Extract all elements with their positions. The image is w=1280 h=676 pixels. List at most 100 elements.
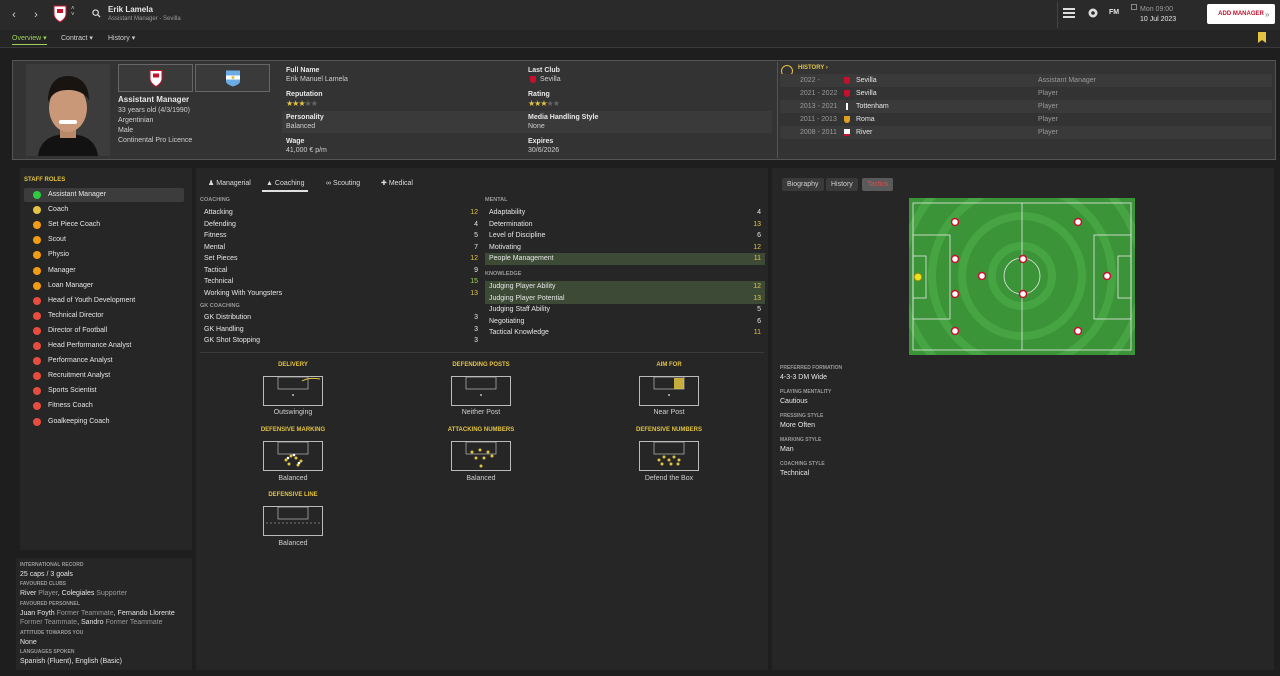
role-suitability-icon [33,251,41,260]
media-value: None [528,123,545,130]
tab-coaching[interactable]: ▲ Coaching [262,176,309,192]
tab-biography[interactable]: Biography [782,178,824,191]
staff-role-item[interactable]: Technical Director [24,309,184,323]
attribute-label: GK Shot Stopping [204,337,261,344]
attribute-label: Judging Player Ability [489,283,556,290]
attribute-row[interactable]: People Management 11 [485,253,765,265]
attribute-row[interactable]: GK Handling 3 [200,324,482,336]
staff-role-label: Recruitment Analyst [48,372,111,380]
attribute-value: 12 [753,243,761,251]
football-icon[interactable] [1088,8,1098,20]
club-crest-icon[interactable] [52,5,68,25]
forward-arrow-icon[interactable]: › [29,8,43,22]
gk-attributes: GK Distribution 3 GK Handling 3 GK Shot Stop… [200,312,482,347]
staff-roles-title: STAFF ROLES [24,177,66,183]
fm-logo[interactable]: FM [1109,9,1119,16]
attribute-row[interactable]: Judging Staff Ability 5 [485,304,765,316]
back-arrow-icon[interactable]: ‹ [7,8,21,22]
attribute-value: 12 [470,209,478,216]
attribute-row[interactable]: Adaptability 4 [485,207,765,219]
formation-value: 4-3-3 DM Wide [780,374,828,381]
tab-scouting[interactable]: ∞ Scouting [326,176,360,192]
attribute-row[interactable]: Tactical Knowledge 11 [485,327,765,339]
tab-overview[interactable]: Overview ▾ [12,34,47,45]
attribute-value: 6 [757,232,761,239]
attribute-row[interactable]: Mental 7 [200,242,482,254]
attribute-row[interactable]: Judging Player Potential 13 [485,292,765,304]
delivery-value: Outswinging [273,409,313,416]
attribute-row[interactable]: Attacking 12 [200,207,482,219]
history-row[interactable]: 2008 - 2011 River Player [780,126,1272,139]
staff-role-item[interactable]: Head Performance Analyst [24,339,184,353]
attitude-value: None [20,639,37,646]
staff-role-item[interactable]: Fitness Coach [24,399,184,413]
staff-role-item[interactable]: Loan Manager [24,279,184,293]
attribute-value: 13 [753,294,761,302]
attribute-label: Set Pieces [204,255,238,262]
menu-icon[interactable] [1063,8,1075,20]
attribute-row[interactable]: Level of Discipline 6 [485,230,765,242]
staff-role-item[interactable]: Goalkeeping Coach [24,415,184,429]
staff-role-item[interactable]: Set Piece Coach [24,218,184,232]
attribute-row[interactable]: GK Distribution 3 [200,312,482,324]
history-row[interactable]: 2021 - 2022 Sevilla Player [780,87,1272,100]
attribute-row[interactable]: Negotiating 6 [485,316,765,328]
intl-record: 25 caps / 3 goals [20,571,73,578]
attribute-row[interactable]: Motivating 12 [485,242,765,254]
staff-role-label: Performance Analyst [48,357,113,365]
staff-role-label: Head Performance Analyst [48,342,132,349]
attribute-row[interactable]: Fitness 5 [200,230,482,242]
staff-role-item[interactable]: Coach [24,203,184,217]
tab-history[interactable]: History [826,178,858,191]
attribute-label: Level of Discipline [489,232,546,239]
role-suitability-icon [33,266,41,275]
rating-stars: ★★★★★ [528,99,560,108]
tab-history-nav[interactable]: History ▾ [108,34,135,42]
tab-medical[interactable]: ✚ Medical [381,176,413,192]
attribute-row[interactable]: Defending 4 [200,219,482,231]
history-row[interactable]: 2013 - 2021 Tottenham Player [780,100,1272,113]
tab-managerial[interactable]: ♟ Managerial [208,176,251,192]
attribute-label: Adaptability [489,209,526,216]
attribute-row[interactable]: Set Pieces 12 [200,253,482,265]
attribute-label: Judging Player Potential [489,294,565,302]
history-link[interactable]: HISTORY › [798,65,828,71]
bookmark-icon[interactable] [1258,32,1266,45]
attribute-label: Technical [204,278,234,285]
staff-role-item[interactable]: Recruitment Analyst [24,369,184,383]
history-row[interactable]: 2011 - 2013 Roma Player [780,113,1272,126]
club-badge-box[interactable] [118,64,193,92]
staff-role-item[interactable]: Performance Analyst [24,354,184,368]
staff-role-item[interactable]: Head of Youth Development [24,294,184,308]
expand-icon[interactable]: » [1265,10,1269,19]
attribute-row[interactable]: Tactical 9 [200,265,482,277]
tab-contract[interactable]: Contract ▾ [61,34,93,42]
staff-role-item[interactable]: Manager [24,264,184,278]
sub-navigation [0,30,1280,48]
history-row[interactable]: 2022 - Sevilla Assistant Manager [780,74,1272,87]
staff-role-item[interactable]: Scout [24,233,184,247]
attribute-row[interactable]: Determination 13 [485,219,765,231]
tab-tactics[interactable]: Tactics [862,178,894,191]
role-suitability-icon [33,296,41,305]
staff-role-item[interactable]: Director of Football [24,324,184,338]
role-suitability-icon [33,357,41,366]
staff-role-label: Fitness Coach [48,402,93,410]
nation-badge-box[interactable] [195,64,270,92]
attribute-row[interactable]: Working With Youngsters 13 [200,288,482,300]
staff-role-item[interactable]: Assistant Manager [24,188,184,202]
attribute-label: Tactical Knowledge [489,329,549,336]
role-suitability-icon [33,417,41,426]
attribute-row[interactable]: Judging Player Ability 12 [485,281,765,293]
staff-role-item[interactable]: Physio [24,248,184,262]
defensive-line-diagram [263,506,323,536]
expires-value: 30/6/2026 [528,147,560,154]
attribute-row[interactable]: GK Shot Stopping 3 [200,335,482,347]
last-club-value[interactable]: Sevilla [540,76,561,83]
club-crest-icon [846,103,848,110]
staff-role-item[interactable]: Sports Scientist [24,384,184,398]
attribute-row[interactable]: Technical 15 [200,276,482,288]
crest-switch-icon[interactable]: ˄ ˅ [71,6,75,18]
search-icon[interactable] [92,9,101,20]
attribute-value: 9 [474,266,478,274]
